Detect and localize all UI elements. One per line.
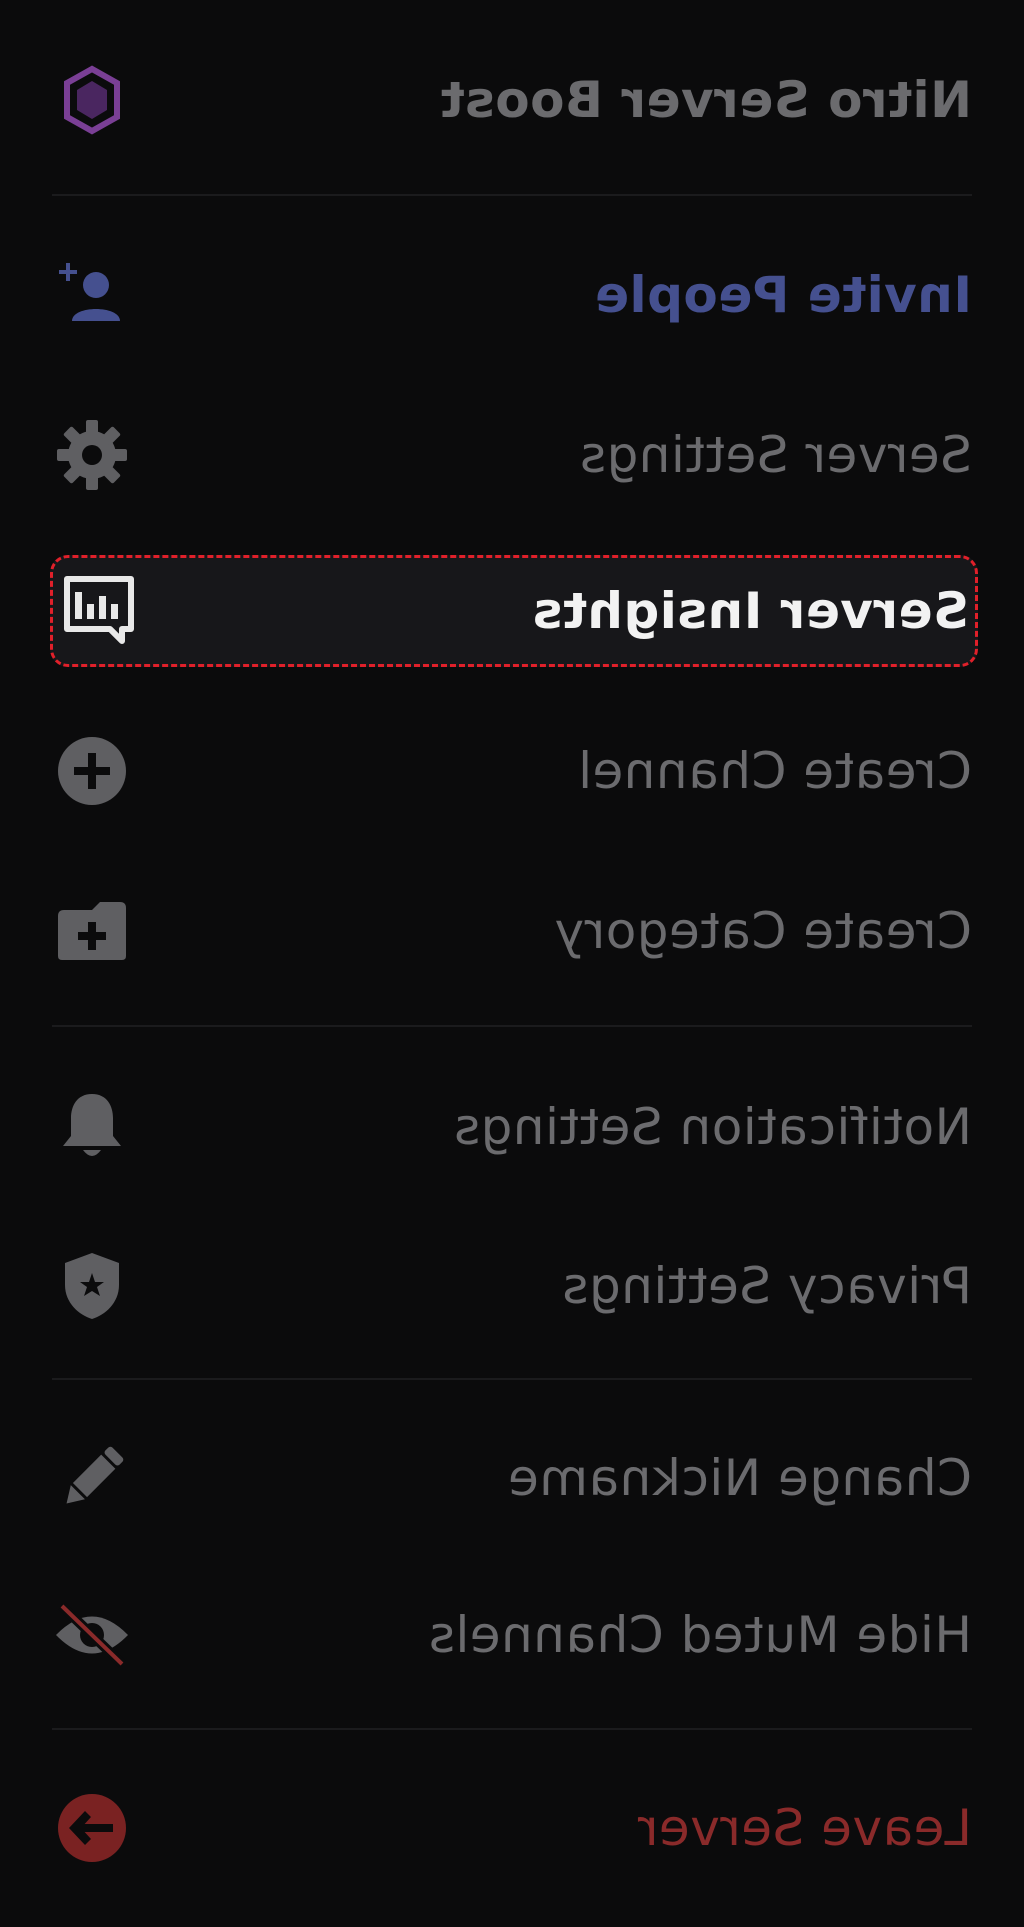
boost-gem-icon xyxy=(52,60,132,140)
menu-item-privacy-settings[interactable]: Privacy Settings xyxy=(52,1228,972,1344)
menu-item-label: Create Category xyxy=(554,902,972,960)
divider xyxy=(52,194,972,196)
plus-circle-icon xyxy=(52,731,132,811)
menu-item-hide-muted-channels[interactable]: Hide Muted Channels xyxy=(52,1577,972,1693)
bell-icon xyxy=(52,1087,132,1167)
menu-item-invite-people[interactable]: Invite People xyxy=(52,237,972,353)
divider xyxy=(52,1378,972,1380)
gear-icon xyxy=(52,415,132,495)
menu-item-label: Server Settings xyxy=(579,426,972,484)
menu-item-server-settings[interactable]: Server Settings xyxy=(52,397,972,513)
divider xyxy=(52,1728,972,1730)
leave-arrow-icon xyxy=(52,1788,132,1868)
menu-item-label: Hide Muted Channels xyxy=(428,1606,972,1664)
menu-item-label: Notification Settings xyxy=(453,1098,972,1156)
menu-item-label: Change Nickname xyxy=(507,1449,972,1507)
menu-item-create-channel[interactable]: Create Channel xyxy=(52,713,972,829)
menu-item-create-category[interactable]: Create Category xyxy=(52,873,972,989)
insights-chart-icon xyxy=(59,571,139,651)
menu-item-label: Leave Server xyxy=(637,1799,972,1857)
menu-item-label: Server Insights xyxy=(532,582,969,640)
pencil-icon xyxy=(52,1438,132,1518)
menu-item-label: Nitro Server Boost xyxy=(440,71,972,129)
server-menu-screen: Nitro Server Boost Invite People Server … xyxy=(0,0,1024,1927)
menu-item-label: Invite People xyxy=(594,266,972,324)
menu-item-label: Privacy Settings xyxy=(561,1257,972,1315)
menu-item-change-nickname[interactable]: Change Nickname xyxy=(52,1420,972,1536)
shield-star-icon xyxy=(52,1246,132,1326)
menu-item-nitro-server-boost[interactable]: Nitro Server Boost xyxy=(52,42,972,158)
menu-item-leave-server[interactable]: Leave Server xyxy=(52,1770,972,1886)
folder-plus-icon xyxy=(52,891,132,971)
divider xyxy=(52,1025,972,1027)
menu-item-server-insights[interactable]: Server Insights xyxy=(50,555,978,667)
add-user-icon xyxy=(52,255,132,335)
menu-item-label: Create Channel xyxy=(577,742,972,800)
eye-slash-icon xyxy=(52,1595,132,1675)
mirrored-menu: Nitro Server Boost Invite People Server … xyxy=(0,0,1024,1927)
menu-item-notification-settings[interactable]: Notification Settings xyxy=(52,1069,972,1185)
